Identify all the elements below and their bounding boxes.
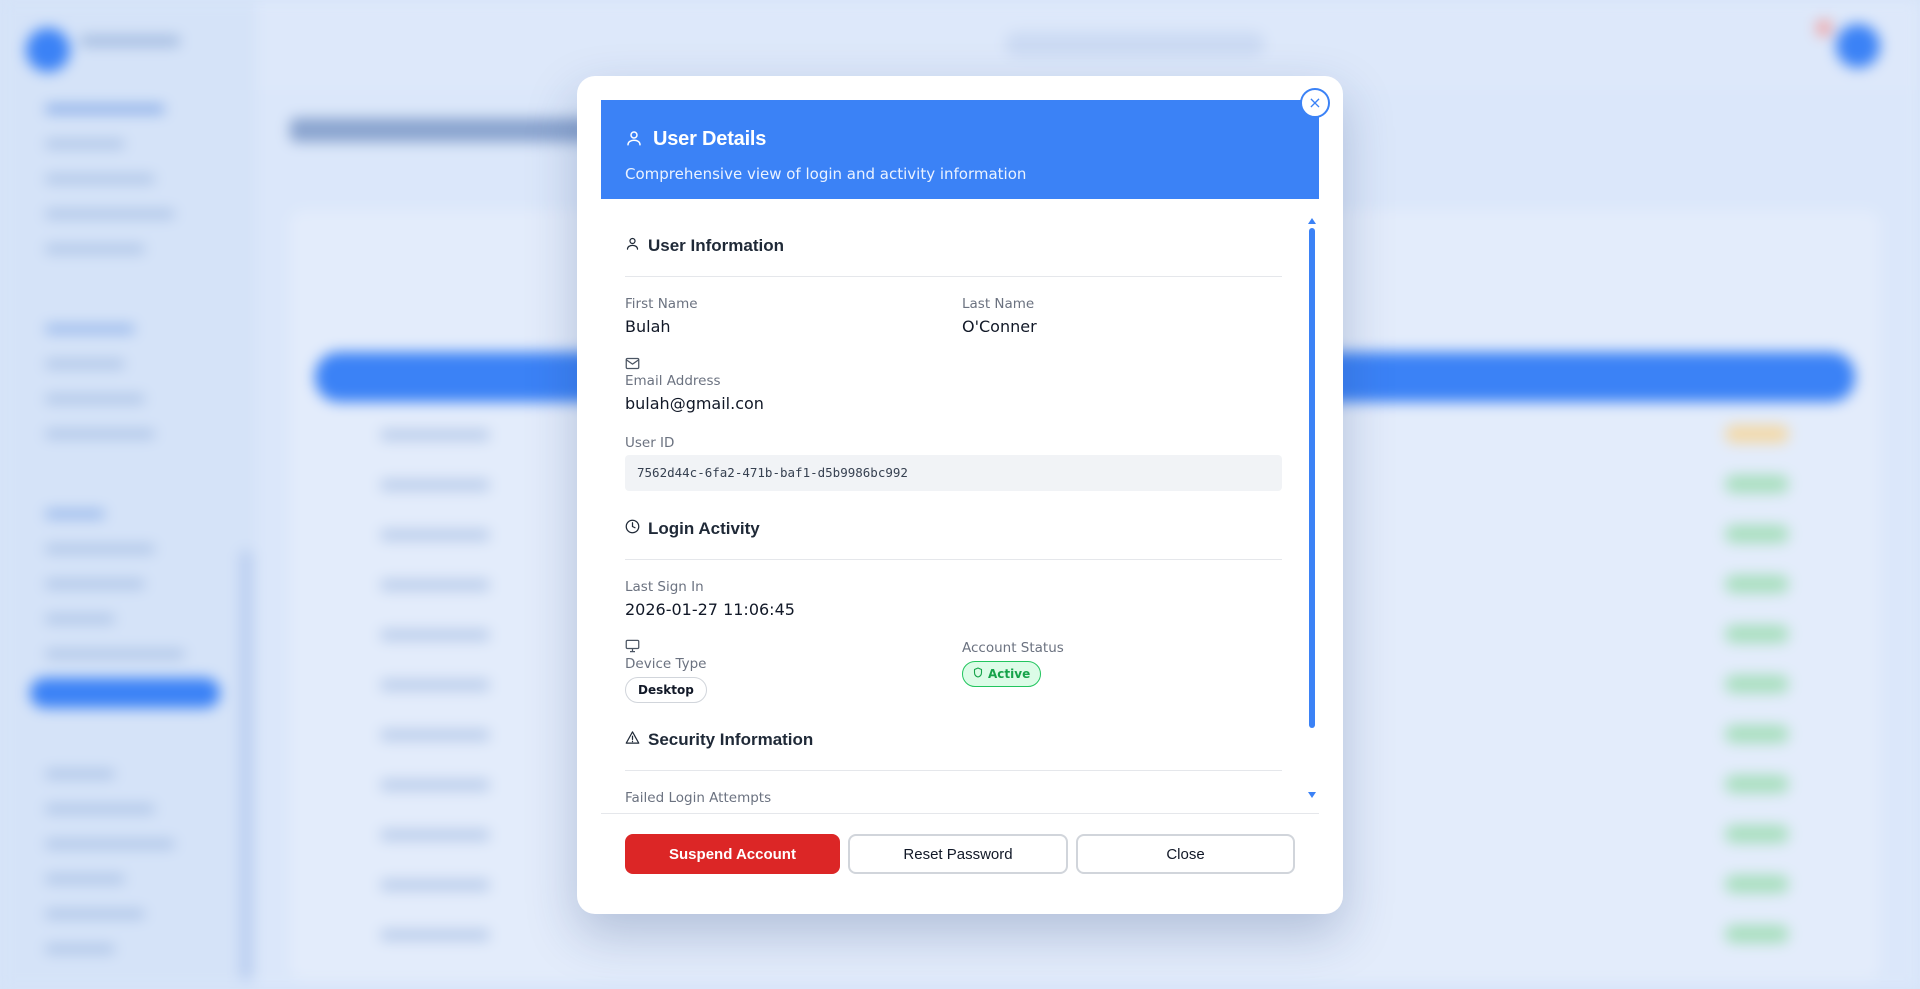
background-sidebar — [0, 0, 255, 989]
scroll-up-arrow[interactable] — [1308, 218, 1316, 224]
background-row — [380, 930, 490, 940]
email-label: Email Address — [625, 373, 721, 389]
background-nav-item — [45, 770, 115, 778]
user-icon — [625, 129, 643, 151]
background-pill — [1725, 475, 1789, 493]
user-information-heading: User Information — [625, 236, 784, 256]
close-button[interactable]: Close — [1076, 834, 1295, 874]
background-row — [380, 530, 490, 540]
background-row — [380, 680, 490, 690]
login-activity-heading: Login Activity — [625, 519, 760, 539]
email-value: bulah@gmail.con — [625, 394, 764, 413]
last-sign-in-label: Last Sign In — [625, 579, 704, 595]
background-row — [380, 830, 490, 840]
user-icon — [625, 236, 640, 256]
background-pill — [1725, 925, 1789, 943]
background-avatar — [1836, 24, 1880, 68]
mail-icon — [625, 355, 640, 374]
background-pill — [1725, 825, 1789, 843]
background-nav-item — [45, 395, 145, 403]
background-nav-item — [45, 325, 135, 333]
divider — [625, 559, 1282, 560]
background-logo — [26, 28, 70, 72]
background-nav-item — [45, 840, 175, 848]
background-nav-item — [45, 140, 125, 148]
background-row — [380, 730, 490, 740]
background-pill — [1725, 425, 1789, 443]
background-nav-item — [45, 875, 125, 883]
background-pill — [1725, 775, 1789, 793]
first-name-label: First Name — [625, 296, 698, 312]
user-id-label: User ID — [625, 435, 675, 451]
device-type-label: Device Type — [625, 656, 707, 672]
section-title-text: Login Activity — [648, 519, 760, 538]
alert-triangle-icon — [625, 730, 640, 750]
background-row — [380, 880, 490, 890]
background-pill — [1725, 675, 1789, 693]
failed-login-label: Failed Login Attempts — [625, 790, 772, 806]
background-nav-item — [45, 545, 155, 553]
shield-icon — [973, 667, 983, 681]
section-title-text: User Information — [648, 236, 785, 255]
background-heading — [290, 118, 590, 142]
divider — [625, 770, 1282, 771]
suspend-account-button[interactable]: Suspend Account — [625, 834, 840, 874]
section-title-text: Security Information — [648, 730, 814, 749]
last-name-label: Last Name — [962, 296, 1035, 312]
user-id-value: 7562d44c-6fa2-471b-baf1-d5b9986bc992 — [625, 455, 1282, 491]
modal-title-row: User Details — [625, 128, 1295, 151]
reset-password-button[interactable]: Reset Password — [848, 834, 1068, 874]
status-badge-text: Active — [988, 667, 1031, 681]
background-row — [380, 430, 490, 440]
background-nav-item — [45, 580, 145, 588]
modal-subtitle: Comprehensive view of login and activity… — [625, 165, 1027, 183]
scrollbar-thumb[interactable] — [1309, 228, 1315, 728]
background-nav-item — [45, 650, 185, 658]
background-pill — [1725, 875, 1789, 893]
scroll-down-arrow[interactable] — [1308, 792, 1316, 798]
background-nav-item — [45, 245, 145, 253]
background-nav-item — [45, 210, 175, 218]
account-status-label: Account Status — [962, 640, 1064, 656]
background-nav-item — [45, 615, 115, 623]
footer-divider — [601, 813, 1319, 814]
background-pill — [1725, 525, 1789, 543]
background-row — [380, 480, 490, 490]
background-scroll — [240, 550, 252, 980]
modal-title: User Details — [653, 128, 767, 150]
clock-icon — [625, 519, 640, 539]
status-badge: Active — [962, 661, 1042, 687]
background-search — [1005, 32, 1265, 56]
background-nav-item — [45, 430, 155, 438]
security-information-heading: Security Information — [625, 730, 813, 750]
background-logo-text — [80, 36, 180, 46]
background-notification-dot — [1816, 20, 1832, 36]
background-nav-item — [45, 945, 115, 953]
modal-header: User Details Comprehensive view of login… — [601, 100, 1319, 199]
modal-body: User Information First Name Bulah Last N… — [601, 199, 1319, 813]
divider — [625, 276, 1282, 277]
background-nav-item — [45, 805, 155, 813]
close-icon[interactable]: × — [1300, 88, 1330, 118]
background-nav-item — [45, 105, 165, 113]
background-row — [380, 780, 490, 790]
background-row — [380, 630, 490, 640]
background-nav-active — [30, 678, 220, 708]
background-pill — [1725, 625, 1789, 643]
background-nav-item — [45, 360, 125, 368]
background-pill — [1725, 725, 1789, 743]
last-sign-in-value: 2026-01-27 11:06:45 — [625, 600, 795, 619]
background-row — [380, 580, 490, 590]
background-nav-item — [45, 175, 155, 183]
background-pill — [1725, 575, 1789, 593]
first-name-value: Bulah — [625, 317, 671, 336]
last-name-value: O'Conner — [962, 317, 1037, 336]
device-type-badge: Desktop — [625, 677, 707, 703]
background-nav-item — [45, 910, 145, 918]
monitor-icon — [625, 638, 640, 657]
user-details-modal: User Details Comprehensive view of login… — [577, 76, 1343, 914]
background-nav-item — [45, 510, 105, 518]
